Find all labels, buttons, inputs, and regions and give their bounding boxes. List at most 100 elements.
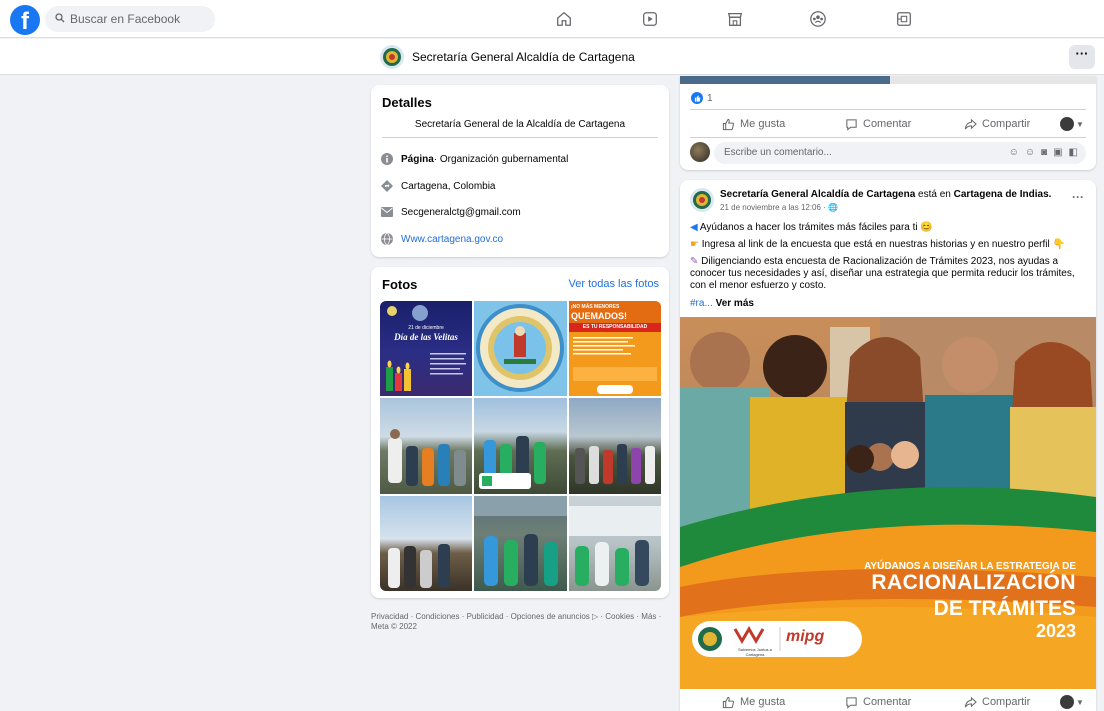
camera-icon[interactable]: ◙ <box>1041 142 1047 164</box>
post-image[interactable]: AYÚDANOS A DISEÑAR LA ESTRATEGIA DE RACI… <box>680 317 1096 689</box>
detail-email-text[interactable]: Secgeneralctg@gmail.com <box>401 207 521 218</box>
page-avatar[interactable] <box>380 45 404 69</box>
divider <box>690 109 1086 110</box>
hand-phone-icon: ◀ <box>690 222 700 233</box>
commenter-avatar[interactable] <box>690 142 710 162</box>
thumbs-up-icon <box>722 696 734 708</box>
detail-category-text: · Organización gubernamental <box>433 153 569 165</box>
search-placeholder: Buscar en Facebook <box>70 12 181 26</box>
share-button[interactable]: Compartir <box>964 118 1030 131</box>
groups-icon[interactable] <box>807 8 829 30</box>
comment-tools: ☺ ☺ ◙ ▣ ◧ <box>1009 142 1078 164</box>
photos-title: Fotos <box>382 277 418 292</box>
comment-label: Comentar <box>863 696 912 708</box>
reaction-summary[interactable]: 1 <box>691 92 713 104</box>
photo-tile-seal[interactable] <box>474 301 567 396</box>
share-label: Compartir <box>982 696 1031 708</box>
gif-icon[interactable]: ▣ <box>1053 142 1062 164</box>
previous-post-actions: Me gusta Comentar Compartir ▼ <box>680 112 1096 136</box>
share-button[interactable]: Compartir <box>964 696 1030 709</box>
previous-post-image-edge <box>680 76 1096 84</box>
divider <box>690 137 1086 138</box>
detail-row-location: Cartagena, Colombia <box>381 180 496 192</box>
photo-tile-community-3[interactable] <box>569 496 661 591</box>
details-card: Detalles Secretaría General de la Alcald… <box>371 85 669 257</box>
email-icon <box>381 206 393 218</box>
like-button[interactable]: Me gusta <box>722 118 785 131</box>
post-more-button[interactable]: ··· <box>1072 190 1084 204</box>
like-label: Me gusta <box>740 118 786 130</box>
photo-grid: 21 de diciembre Día de las Velitas ¡NO M… <box>380 301 661 591</box>
avatar-sticker-icon[interactable]: ☺ <box>1009 142 1019 164</box>
memo-icon: ✎ <box>690 256 702 267</box>
photo-tile-community-1[interactable] <box>380 496 472 591</box>
post-author-avatar[interactable] <box>690 188 714 212</box>
comment-button[interactable]: Comentar <box>845 696 911 709</box>
home-icon[interactable] <box>553 8 575 30</box>
facebook-logo[interactable]: f <box>10 5 40 35</box>
like-label: Me gusta <box>740 696 786 708</box>
post-hashtag[interactable]: #ra... <box>690 298 713 309</box>
post-timestamp[interactable]: 21 de noviembre a las 12:06 · 🌐 <box>720 203 838 212</box>
detail-location-text: Cartagena, Colombia <box>401 180 496 192</box>
image-logo-salvemos: Salvemos Juntos a Cartagena <box>738 647 772 657</box>
photo-tile-velitas[interactable]: 21 de diciembre Día de las Velitas <box>380 301 472 396</box>
chevron-down-icon: ▼ <box>1076 119 1084 129</box>
audience-selector[interactable]: ▼ <box>1060 117 1084 131</box>
post-line-4: #ra... Ver más <box>690 298 1090 310</box>
like-reaction-icon <box>691 92 703 104</box>
post-author-name[interactable]: Secretaría General Alcaldía de Cartagena <box>720 189 915 200</box>
previous-post-card: 1 Me gusta Comentar Compartir ▼ Escribe … <box>680 76 1096 170</box>
photo-tile-community-2[interactable] <box>474 496 567 591</box>
share-icon <box>964 118 977 129</box>
see-more-link[interactable]: Ver más <box>713 298 754 309</box>
photo-tile-quemados[interactable]: ¡NO MÁS MENORES QUEMADOS! ES TU RESPONSA… <box>569 301 661 396</box>
comment-placeholder: Escribe un comentario... <box>724 147 832 158</box>
detail-row-category: Página · Organización gubernamental <box>381 153 568 165</box>
reaction-count: 1 <box>707 92 713 104</box>
sticker-icon[interactable]: ◧ <box>1069 142 1078 164</box>
photo-tile-meeting-1[interactable] <box>380 398 472 494</box>
emoji-icon[interactable]: ☺ <box>1025 142 1035 164</box>
user-avatar <box>1060 117 1074 131</box>
post-line-3: ✎ Diligenciando esta encuesta de Raciona… <box>690 256 1075 291</box>
comment-button[interactable]: Comentar <box>845 118 911 131</box>
post-author-line: Secretaría General Alcaldía de Cartagena… <box>720 189 1051 200</box>
search-icon <box>55 12 65 26</box>
photo-tile-meeting-3[interactable] <box>569 398 661 494</box>
user-avatar <box>1060 695 1074 709</box>
location-icon <box>381 180 393 192</box>
detail-website-link[interactable]: Www.cartagena.gov.co <box>401 234 503 245</box>
globe-icon <box>381 233 393 245</box>
page-footer-links[interactable]: Privacidad · Condiciones · Publicidad · … <box>371 612 671 632</box>
velitas-title: Día de las Velitas <box>394 332 458 342</box>
comment-input[interactable]: Escribe un comentario... ☺ ☺ ◙ ▣ ◧ <box>714 142 1086 164</box>
velitas-date: 21 de diciembre <box>408 325 444 331</box>
post-line-2: ☛ Ingresa al link de la encuesta que est… <box>690 239 1065 250</box>
post-card: Secretaría General Alcaldía de Cartagena… <box>680 180 1096 711</box>
post-image-graphic <box>680 317 1096 689</box>
page-name[interactable]: Secretaría General Alcaldía de Cartagena <box>412 50 635 64</box>
detail-category-bold: Página <box>401 153 434 165</box>
share-label: Compartir <box>982 118 1031 130</box>
detail-row-website: Www.cartagena.gov.co <box>381 233 503 245</box>
page-more-button[interactable]: ··· <box>1069 45 1095 69</box>
search-input[interactable]: Buscar en Facebook <box>45 6 215 32</box>
like-button[interactable]: Me gusta <box>722 696 785 709</box>
details-subtitle: Secretaría General de la Alcaldía de Car… <box>414 119 626 130</box>
post-place[interactable]: Cartagena de Indias. <box>954 189 1052 200</box>
image-headline-3: DE TRÁMITES <box>933 597 1076 620</box>
thumbs-up-icon <box>722 118 734 130</box>
image-headline-4: 2023 <box>1035 621 1076 641</box>
post-actions: Me gusta Comentar Compartir ▼ <box>680 690 1096 711</box>
comment-icon <box>846 696 857 709</box>
photo-tile-meeting-2[interactable] <box>474 398 567 494</box>
see-all-photos-link[interactable]: Ver todas las fotos <box>569 278 660 290</box>
marketplace-icon[interactable] <box>724 8 746 30</box>
post-at-text: está en <box>915 189 954 200</box>
info-icon <box>381 153 393 165</box>
video-icon[interactable] <box>639 8 661 30</box>
audience-selector[interactable]: ▼ <box>1060 695 1084 709</box>
top-navigation-bar: f Buscar en Facebook <box>0 0 1104 38</box>
gaming-icon[interactable] <box>893 8 915 30</box>
